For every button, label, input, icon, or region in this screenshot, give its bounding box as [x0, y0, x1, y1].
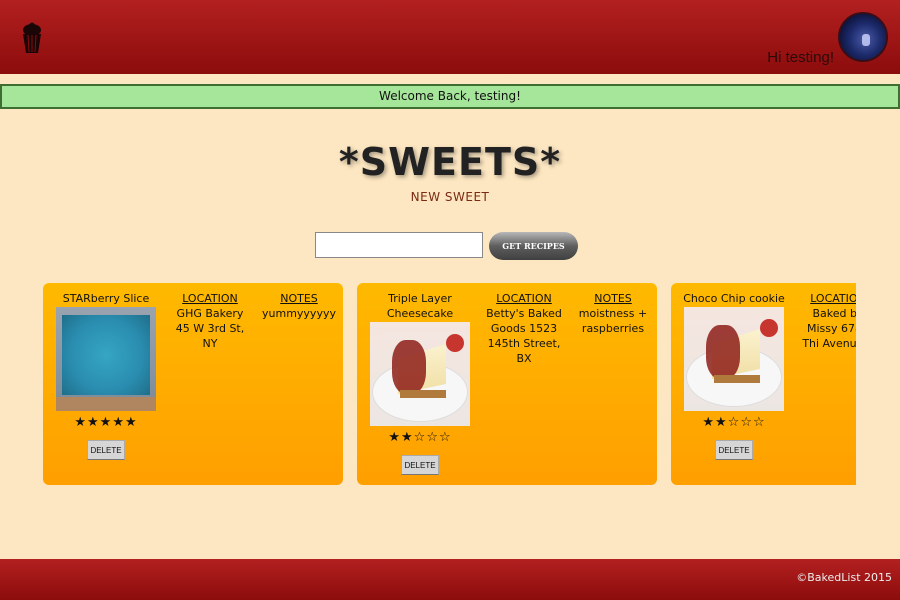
sweet-photo — [370, 322, 470, 426]
sweets-list: STARberry Slice ★★★★★ DELETE LOCATION GH… — [43, 283, 856, 486]
sweet-photo — [684, 307, 784, 411]
sweet-photo — [56, 307, 156, 411]
top-header: Hi testing! — [0, 0, 900, 74]
card-name-column: STARberry Slice ★★★★★ DELETE — [51, 291, 161, 460]
sweet-card: Choco Chip cookie ★★☆☆☆ DELETE LOCATION … — [671, 283, 856, 485]
avatar-figure-icon — [862, 34, 870, 46]
card-location-column: LOCATION Betty's Baked Goods 1523 145th … — [485, 291, 563, 366]
cupcake-icon[interactable] — [20, 22, 44, 54]
copyright-text: ©BakedList 2015 — [796, 571, 892, 584]
location-header: LOCATION — [182, 292, 238, 305]
card-location-column: LOCATION GHG Bakery 45 W 3rd St, NY — [171, 291, 249, 351]
card-name-column: Choco Chip cookie ★★☆☆☆ DELETE — [679, 291, 789, 460]
sweet-notes: yummyyyyyy — [262, 307, 336, 320]
card-name-column: Triple Layer Cheesecake ★★☆☆☆ DELETE — [365, 291, 475, 475]
sweet-notes: moistness + raspberries — [578, 307, 648, 335]
user-greeting: Hi testing! — [767, 49, 834, 66]
star-rating[interactable]: ★★☆☆☆ — [679, 415, 789, 430]
delete-button[interactable]: DELETE — [715, 440, 753, 460]
notes-header: NOTES — [280, 292, 318, 305]
sweet-name: Choco Chip cookie — [683, 292, 785, 305]
sweet-location: Betty's Baked Goods 1523 145th Street, B… — [486, 307, 562, 365]
user-avatar[interactable] — [838, 12, 888, 62]
sweet-card: Triple Layer Cheesecake ★★☆☆☆ DELETE LOC… — [357, 283, 657, 485]
new-sweet-link[interactable]: NEW SWEET — [0, 190, 900, 204]
card-notes-column: NOTES moistness + raspberries — [569, 291, 657, 336]
page-footer: ©BakedList 2015 — [0, 559, 900, 600]
sweet-location: GHG Bakery 45 W 3rd St, NY — [175, 307, 245, 350]
get-recipes-button[interactable]: GET RECIPES — [489, 232, 578, 260]
sweet-location: Baked by Missy 6787 Thi Avenue, I — [802, 307, 856, 350]
recipe-search-input[interactable] — [315, 232, 483, 258]
star-rating[interactable]: ★★★★★ — [51, 415, 161, 430]
welcome-banner: Welcome Back, testing! — [0, 84, 900, 109]
sweet-name: Triple Layer Cheesecake — [386, 292, 454, 320]
delete-button[interactable]: DELETE — [87, 440, 125, 460]
page-title: *SWEETS* — [338, 140, 562, 184]
location-header: LOCATION — [810, 292, 856, 305]
sweet-card: STARberry Slice ★★★★★ DELETE LOCATION GH… — [43, 283, 343, 485]
delete-button[interactable]: DELETE — [401, 455, 439, 475]
sweet-name: STARberry Slice — [62, 292, 150, 305]
card-location-column: LOCATION Baked by Missy 6787 Thi Avenue,… — [799, 291, 856, 351]
star-rating[interactable]: ★★☆☆☆ — [365, 430, 475, 445]
location-header: LOCATION — [496, 292, 552, 305]
notes-header: NOTES — [594, 292, 632, 305]
card-notes-column: NOTES yummyyyyyy — [255, 291, 343, 321]
